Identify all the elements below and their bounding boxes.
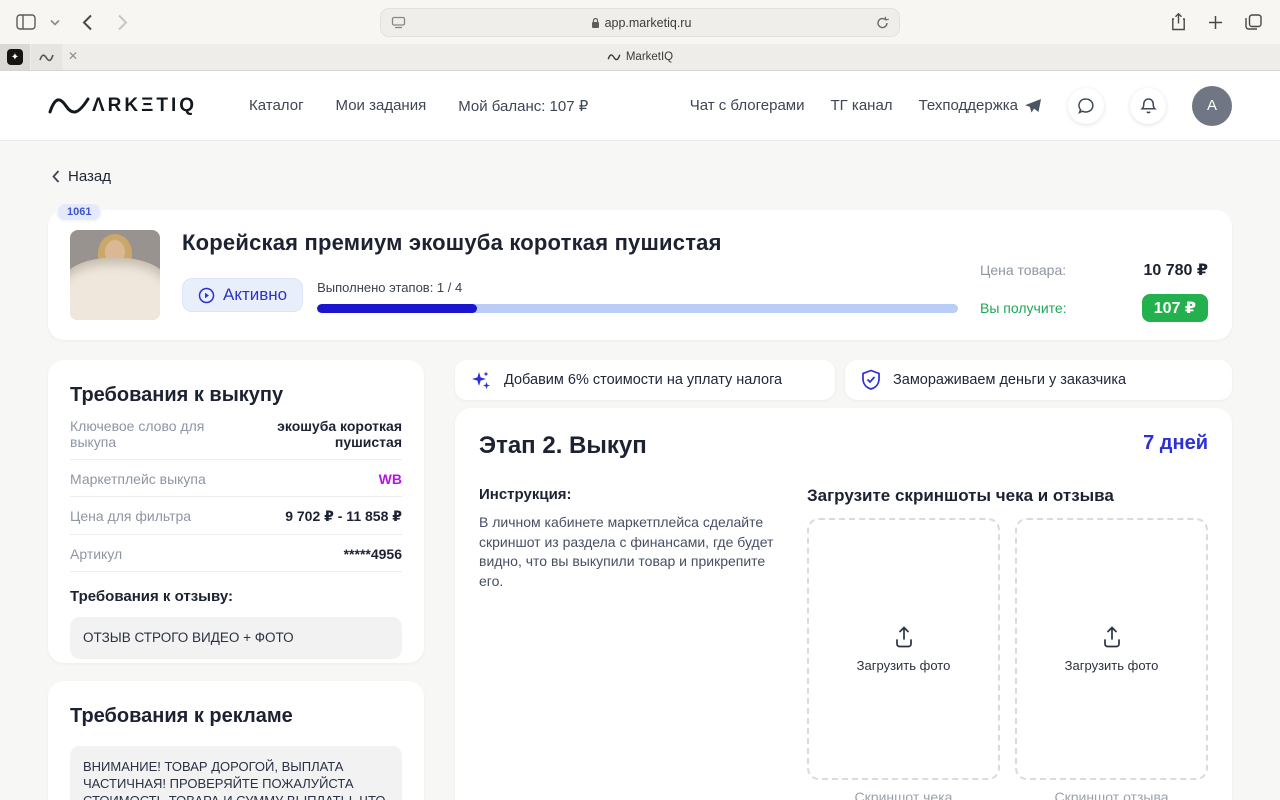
site-header: ΛRKΞTIQ Каталог Мои задания Мой баланс: …: [0, 71, 1280, 141]
product-card: Корейская премиум экошуба короткая пушис…: [48, 210, 1232, 340]
ad-requirements-panel: Требования к рекламе ВНИМАНИЕ! ТОВАР ДОР…: [48, 681, 424, 800]
sparkles-icon: [472, 371, 490, 389]
pinned-tab[interactable]: ✦: [0, 44, 30, 70]
reload-icon[interactable]: [876, 16, 889, 30]
review-caption: Скриншот отзыва: [1054, 789, 1169, 800]
forward-icon[interactable]: [117, 14, 128, 31]
marketiq-favicon-small: [607, 54, 621, 61]
buyout-requirements-panel: Требования к выкупу Ключевое слово для в…: [48, 360, 424, 663]
pinned-tab-icon: ✦: [7, 49, 23, 65]
stage-deadline: 7 дней: [1143, 432, 1208, 454]
shield-check-icon: [862, 369, 880, 390]
main-nav: Каталог Мои задания Мой баланс: 107 ₽: [249, 97, 588, 115]
avatar[interactable]: A: [1192, 85, 1232, 126]
instruction-text: В личном кабинете маркетплейса сделайте …: [479, 514, 774, 589]
page-settings-icon[interactable]: [391, 16, 406, 29]
kv-row-keyword: Ключевое слово для выкупа экошуба коротк…: [70, 407, 402, 460]
logo-text: ΛRKΞTIQ: [92, 94, 198, 116]
review-requirements-title: Требования к отзыву:: [70, 588, 233, 605]
escrow-banner: Замораживаем деньги у заказчика: [845, 360, 1232, 400]
logo-wave-icon: [48, 97, 90, 113]
tab-title: MarketIQ: [0, 44, 1280, 70]
nav-balance[interactable]: Мой баланс: 107 ₽: [458, 97, 588, 115]
back-chevron-icon: [52, 170, 60, 183]
browser-toolbar: app.marketiq.ru: [0, 0, 1280, 44]
review-requirements-note: ОТЗЫВ СТРОГО ВИДЕО + ФОТО: [70, 617, 402, 659]
product-title: Корейская премиум экошуба короткая пушис…: [182, 230, 722, 255]
receipt-caption: Скриншот чека: [854, 789, 953, 800]
nav-tg-channel[interactable]: ТГ канал: [830, 97, 892, 114]
upload-title: Загрузите скриншоты чека и отзыва: [807, 486, 1114, 505]
header-right: Чат с блогерами ТГ канал Техподдержка A: [690, 85, 1232, 126]
nav-blogger-chat[interactable]: Чат с блогерами: [690, 97, 805, 114]
notifications-button[interactable]: [1130, 87, 1166, 124]
upload-receipt-dropzone[interactable]: Загрузить фото: [807, 518, 1000, 780]
progress-fill: [317, 304, 478, 313]
tab-strip: ✦ ✕ MarketIQ: [0, 44, 1280, 71]
nav-my-tasks[interactable]: Мои задания: [336, 97, 427, 115]
lock-icon: [591, 17, 599, 28]
stage-title: Этап 2. Выкуп: [479, 432, 647, 459]
progress-bar: [317, 304, 958, 313]
nav-support[interactable]: Техподдержка: [919, 97, 1042, 114]
price-value: 10 780 ₽: [1143, 262, 1208, 279]
price-label: Цена товара:: [980, 262, 1067, 278]
status-badge: Активно: [182, 278, 304, 312]
play-circle-icon: [198, 287, 215, 303]
chat-button[interactable]: [1068, 87, 1104, 124]
instruction-label: Инструкция:: [479, 486, 572, 503]
address-bar[interactable]: app.marketiq.ru: [380, 8, 900, 37]
chat-bubble-icon: [1078, 97, 1094, 114]
active-tab[interactable]: [31, 44, 62, 70]
url-text: app.marketiq.ru: [604, 15, 692, 30]
logo[interactable]: ΛRKΞTIQ: [48, 93, 197, 119]
back-icon[interactable]: [82, 14, 93, 31]
tab-overview-icon[interactable]: [1245, 14, 1262, 30]
chevron-down-icon[interactable]: [50, 19, 60, 26]
sidebar-icon[interactable]: [16, 14, 36, 30]
upload-icon: [895, 626, 912, 648]
nav-catalog[interactable]: Каталог: [249, 97, 304, 115]
marketiq-favicon: [39, 53, 54, 61]
payout-badge: 107 ₽: [1141, 294, 1208, 322]
product-image: [70, 230, 160, 320]
bell-icon: [1139, 97, 1157, 113]
back-link[interactable]: Назад: [52, 168, 111, 185]
main-content: Назад 1061 Корейская премиум экошуба кор…: [0, 141, 1280, 800]
kv-row-article: Артикул *****4956: [70, 535, 402, 572]
upload-icon: [1103, 626, 1120, 648]
share-icon[interactable]: [1171, 13, 1186, 31]
ad-requirements-title: Требования к рекламе: [70, 705, 293, 727]
buyout-title: Требования к выкупу: [70, 384, 284, 406]
ad-requirements-note: ВНИМАНИЕ! ТОВАР ДОРОГОЙ, ВЫПЛАТА ЧАСТИЧН…: [70, 746, 402, 800]
kv-row-price-filter: Цена для фильтра 9 702 ₽ - 11 858 ₽: [70, 497, 402, 535]
tab-close-icon[interactable]: ✕: [68, 50, 78, 62]
telegram-icon: [1025, 98, 1041, 112]
progress-label: Выполнено этапов: 1 / 4: [317, 280, 463, 295]
stage-panel: Этап 2. Выкуп 7 дней Инструкция: В лично…: [455, 408, 1232, 800]
upload-review-dropzone[interactable]: Загрузить фото: [1015, 518, 1208, 780]
payout-label: Вы получите:: [980, 300, 1067, 316]
kv-row-marketplace: Маркетплейс выкупа WB: [70, 460, 402, 497]
task-id-badge: 1061: [56, 202, 103, 222]
new-tab-icon[interactable]: [1208, 15, 1223, 30]
tax-banner: Добавим 6% стоимости на уплату налога: [455, 360, 835, 400]
